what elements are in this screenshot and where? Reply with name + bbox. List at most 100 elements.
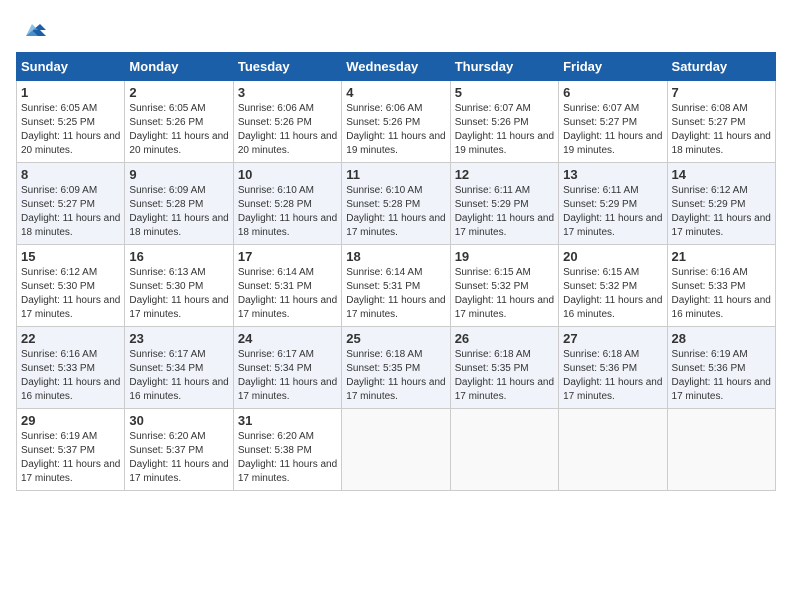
calendar-cell: 31Sunrise: 6:20 AMSunset: 5:38 PMDayligh…	[233, 409, 341, 491]
day-info: Sunrise: 6:18 AMSunset: 5:36 PMDaylight:…	[563, 348, 662, 404]
day-info: Sunrise: 6:20 AMSunset: 5:37 PMDaylight:…	[129, 430, 228, 486]
calendar-week-row: 8 Sunrise: 6:09 AMSunset: 5:27 PMDaylight…	[17, 163, 776, 245]
day-number: 23	[129, 331, 228, 346]
col-thursday: Thursday	[450, 53, 558, 81]
day-info: Sunrise: 6:05 AMSunset: 5:25 PMDaylight:…	[21, 102, 120, 158]
calendar-cell: 10Sunrise: 6:10 AMSunset: 5:28 PMDayligh…	[233, 163, 341, 245]
day-info: Sunrise: 6:06 AMSunset: 5:26 PMDaylight:…	[346, 102, 445, 158]
day-number: 21	[672, 249, 771, 264]
calendar-cell: 7 Sunrise: 6:08 AMSunset: 5:27 PMDaylight…	[667, 81, 775, 163]
calendar-cell	[559, 409, 667, 491]
day-info: Sunrise: 6:12 AMSunset: 5:29 PMDaylight:…	[672, 184, 771, 240]
calendar-cell: 25Sunrise: 6:18 AMSunset: 5:35 PMDayligh…	[342, 327, 450, 409]
day-info: Sunrise: 6:19 AMSunset: 5:37 PMDaylight:…	[21, 430, 120, 486]
col-wednesday: Wednesday	[342, 53, 450, 81]
calendar-week-row: 1 Sunrise: 6:05 AMSunset: 5:25 PMDaylight…	[17, 81, 776, 163]
calendar-cell: 27 Sunrise: 6:18 AMSunset: 5:36 PMDayligh…	[559, 327, 667, 409]
day-info: Sunrise: 6:10 AMSunset: 5:28 PMDaylight:…	[238, 184, 337, 240]
calendar-cell: 6 Sunrise: 6:07 AMSunset: 5:27 PMDaylight…	[559, 81, 667, 163]
calendar-week-row: 22 Sunrise: 6:16 AMSunset: 5:33 PMDayligh…	[17, 327, 776, 409]
calendar-week-row: 29 Sunrise: 6:19 AMSunset: 5:37 PMDayligh…	[17, 409, 776, 491]
day-info: Sunrise: 6:07 AMSunset: 5:26 PMDaylight:…	[455, 102, 554, 158]
calendar-cell: 29 Sunrise: 6:19 AMSunset: 5:37 PMDayligh…	[17, 409, 125, 491]
day-number: 25	[346, 331, 445, 346]
day-number: 6	[563, 85, 662, 100]
calendar-cell: 2Sunrise: 6:05 AMSunset: 5:26 PMDaylight…	[125, 81, 233, 163]
day-info: Sunrise: 6:17 AMSunset: 5:34 PMDaylight:…	[129, 348, 228, 404]
logo-icon	[18, 16, 48, 44]
day-number: 13	[563, 167, 662, 182]
calendar-cell	[342, 409, 450, 491]
col-saturday: Saturday	[667, 53, 775, 81]
day-number: 3	[238, 85, 337, 100]
day-number: 30	[129, 413, 228, 428]
day-info: Sunrise: 6:13 AMSunset: 5:30 PMDaylight:…	[129, 266, 228, 322]
day-number: 27	[563, 331, 662, 346]
calendar-cell: 5 Sunrise: 6:07 AMSunset: 5:26 PMDaylight…	[450, 81, 558, 163]
col-sunday: Sunday	[17, 53, 125, 81]
day-info: Sunrise: 6:18 AMSunset: 5:35 PMDaylight:…	[455, 348, 554, 404]
calendar-header-row: Sunday Monday Tuesday Wednesday Thursday…	[17, 53, 776, 81]
day-info: Sunrise: 6:07 AMSunset: 5:27 PMDaylight:…	[563, 102, 662, 158]
day-info: Sunrise: 6:15 AMSunset: 5:32 PMDaylight:…	[455, 266, 554, 322]
calendar-table: Sunday Monday Tuesday Wednesday Thursday…	[16, 52, 776, 491]
day-number: 9	[129, 167, 228, 182]
day-number: 12	[455, 167, 554, 182]
calendar-cell: 24Sunrise: 6:17 AMSunset: 5:34 PMDayligh…	[233, 327, 341, 409]
calendar-cell: 18 Sunrise: 6:14 AMSunset: 5:31 PMDayligh…	[342, 245, 450, 327]
page-header	[16, 16, 776, 44]
col-friday: Friday	[559, 53, 667, 81]
day-info: Sunrise: 6:16 AMSunset: 5:33 PMDaylight:…	[21, 348, 120, 404]
day-number: 11	[346, 167, 445, 182]
day-info: Sunrise: 6:09 AMSunset: 5:28 PMDaylight:…	[129, 184, 228, 240]
day-number: 7	[672, 85, 771, 100]
day-number: 18	[346, 249, 445, 264]
calendar-cell: 21 Sunrise: 6:16 AMSunset: 5:33 PMDayligh…	[667, 245, 775, 327]
day-info: Sunrise: 6:12 AMSunset: 5:30 PMDaylight:…	[21, 266, 120, 322]
day-number: 14	[672, 167, 771, 182]
calendar-cell: 1 Sunrise: 6:05 AMSunset: 5:25 PMDaylight…	[17, 81, 125, 163]
col-monday: Monday	[125, 53, 233, 81]
calendar-cell	[450, 409, 558, 491]
day-number: 16	[129, 249, 228, 264]
calendar-cell: 15 Sunrise: 6:12 AMSunset: 5:30 PMDayligh…	[17, 245, 125, 327]
day-info: Sunrise: 6:09 AMSunset: 5:27 PMDaylight:…	[21, 184, 120, 240]
calendar-week-row: 15 Sunrise: 6:12 AMSunset: 5:30 PMDayligh…	[17, 245, 776, 327]
calendar-cell: 28 Sunrise: 6:19 AMSunset: 5:36 PMDayligh…	[667, 327, 775, 409]
day-info: Sunrise: 6:14 AMSunset: 5:31 PMDaylight:…	[346, 266, 445, 322]
calendar-cell: 17 Sunrise: 6:14 AMSunset: 5:31 PMDayligh…	[233, 245, 341, 327]
day-info: Sunrise: 6:15 AMSunset: 5:32 PMDaylight:…	[563, 266, 662, 322]
day-number: 20	[563, 249, 662, 264]
calendar-cell: 26 Sunrise: 6:18 AMSunset: 5:35 PMDayligh…	[450, 327, 558, 409]
day-number: 29	[21, 413, 120, 428]
calendar-cell	[667, 409, 775, 491]
calendar-cell: 11Sunrise: 6:10 AMSunset: 5:28 PMDayligh…	[342, 163, 450, 245]
calendar-cell: 22 Sunrise: 6:16 AMSunset: 5:33 PMDayligh…	[17, 327, 125, 409]
calendar-cell: 20 Sunrise: 6:15 AMSunset: 5:32 PMDayligh…	[559, 245, 667, 327]
day-number: 15	[21, 249, 120, 264]
day-info: Sunrise: 6:06 AMSunset: 5:26 PMDaylight:…	[238, 102, 337, 158]
calendar-cell: 30 Sunrise: 6:20 AMSunset: 5:37 PMDayligh…	[125, 409, 233, 491]
day-info: Sunrise: 6:16 AMSunset: 5:33 PMDaylight:…	[672, 266, 771, 322]
day-info: Sunrise: 6:08 AMSunset: 5:27 PMDaylight:…	[672, 102, 771, 158]
day-number: 4	[346, 85, 445, 100]
day-info: Sunrise: 6:14 AMSunset: 5:31 PMDaylight:…	[238, 266, 337, 322]
calendar-cell: 13Sunrise: 6:11 AMSunset: 5:29 PMDayligh…	[559, 163, 667, 245]
day-number: 22	[21, 331, 120, 346]
day-number: 17	[238, 249, 337, 264]
calendar-cell: 3 Sunrise: 6:06 AMSunset: 5:26 PMDaylight…	[233, 81, 341, 163]
day-info: Sunrise: 6:05 AMSunset: 5:26 PMDaylight:…	[129, 102, 228, 158]
calendar-cell: 23 Sunrise: 6:17 AMSunset: 5:34 PMDayligh…	[125, 327, 233, 409]
day-number: 24	[238, 331, 337, 346]
logo	[16, 16, 48, 44]
calendar-cell: 16 Sunrise: 6:13 AMSunset: 5:30 PMDayligh…	[125, 245, 233, 327]
day-number: 26	[455, 331, 554, 346]
day-number: 28	[672, 331, 771, 346]
day-number: 5	[455, 85, 554, 100]
calendar-cell: 12 Sunrise: 6:11 AMSunset: 5:29 PMDayligh…	[450, 163, 558, 245]
calendar-cell: 4 Sunrise: 6:06 AMSunset: 5:26 PMDaylight…	[342, 81, 450, 163]
day-info: Sunrise: 6:19 AMSunset: 5:36 PMDaylight:…	[672, 348, 771, 404]
day-number: 1	[21, 85, 120, 100]
day-number: 8	[21, 167, 120, 182]
day-info: Sunrise: 6:11 AMSunset: 5:29 PMDaylight:…	[455, 184, 554, 240]
